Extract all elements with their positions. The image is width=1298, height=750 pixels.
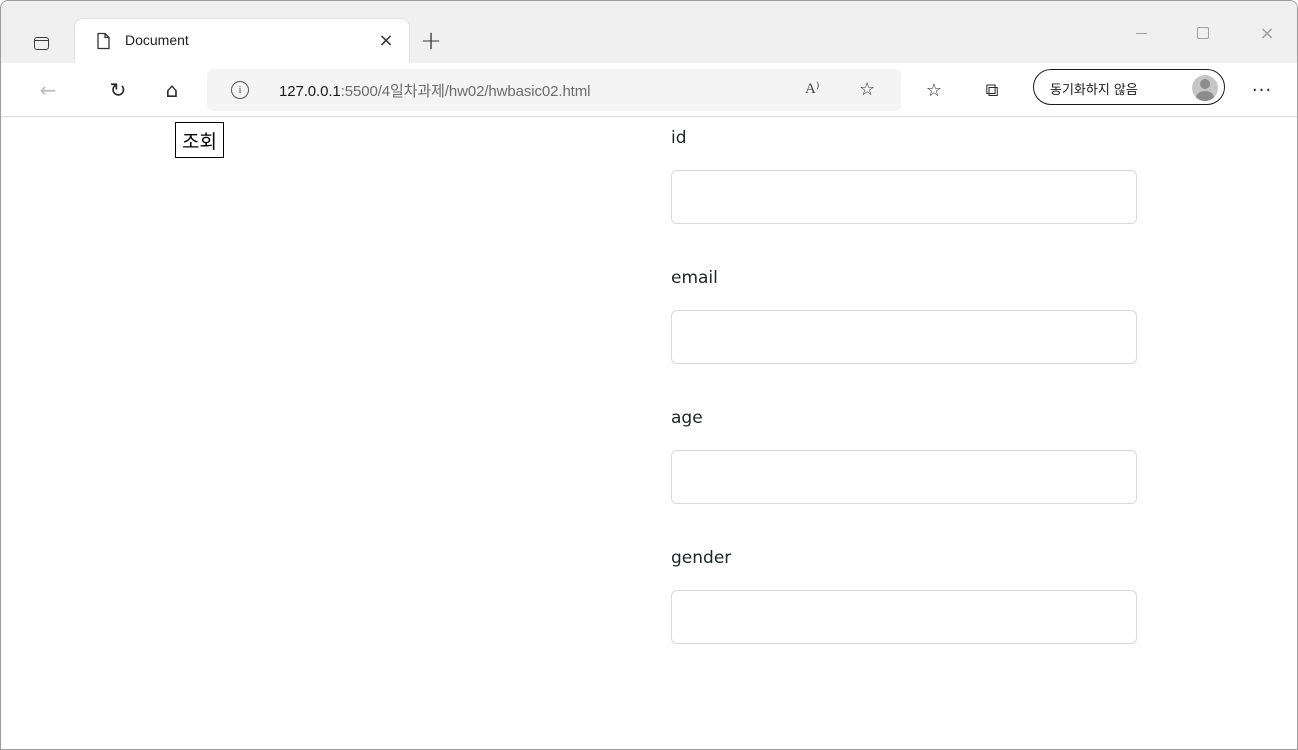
more-icon[interactable]: ··· [1247,75,1277,105]
collections-icon[interactable]: ⧉ [977,75,1007,105]
age-input[interactable] [671,450,1137,504]
url-host: 127.0.0.1 [279,83,341,100]
profile-button[interactable]: 동기화하지 않음 [1033,69,1225,105]
window-close-button[interactable]: × [1245,19,1289,47]
site-info-icon[interactable]: i [231,81,249,99]
url-path: :5500/4일차과제/hw02/hwbasic02.html [340,83,591,100]
tab-document[interactable]: Document × [75,19,409,63]
page-icon [97,32,110,50]
address-bar[interactable]: i 127.0.0.1:5500/4일차과제/hw02/hwbasic02.ht… [207,69,901,111]
tab-actions-icon [33,36,49,50]
tab-close-icon[interactable]: × [375,29,397,51]
tab-title: Document [125,32,189,48]
avatar [1192,75,1218,101]
email-label: email [671,268,718,288]
favorites-icon[interactable]: ☆ [919,75,949,105]
gender-input[interactable] [671,590,1137,644]
field-email: email [671,266,1137,364]
minimize-button[interactable] [1119,19,1163,47]
query-button[interactable]: 조회 [175,122,224,158]
field-id: id [671,126,1137,224]
profile-label: 동기화하지 않음 [1050,83,1138,98]
address-url[interactable]: 127.0.0.1:5500/4일차과제/hw02/hwbasic02.html [279,80,590,101]
user-form: id email age gender [671,118,1137,686]
browser-toolbar: ← ↻ ⌂ i 127.0.0.1:5500/4일차과제/hw02/hwbasi… [1,63,1297,117]
back-icon[interactable]: ← [33,75,63,105]
home-icon[interactable]: ⌂ [157,75,187,105]
maximize-button[interactable] [1181,19,1225,47]
age-label: age [671,408,703,428]
page-viewport: 조회 id email age gender [1,118,1297,749]
field-gender: gender [671,546,1137,644]
id-label: id [671,128,687,148]
gender-label: gender [671,548,732,568]
new-tab-button[interactable]: + [417,26,445,56]
tab-actions-button[interactable] [27,29,55,57]
email-input[interactable] [671,310,1137,364]
read-aloud-icon[interactable]: A⁾ [805,79,820,98]
tab-strip: Document × + × [1,1,1297,63]
reload-icon[interactable]: ↻ [103,75,133,105]
id-input[interactable] [671,170,1137,224]
add-favorite-icon[interactable]: ☆ [859,79,875,100]
browser-window: Document × + × ← ↻ ⌂ i 127.0.0.1:5500/4일… [0,0,1298,750]
field-age: age [671,406,1137,504]
